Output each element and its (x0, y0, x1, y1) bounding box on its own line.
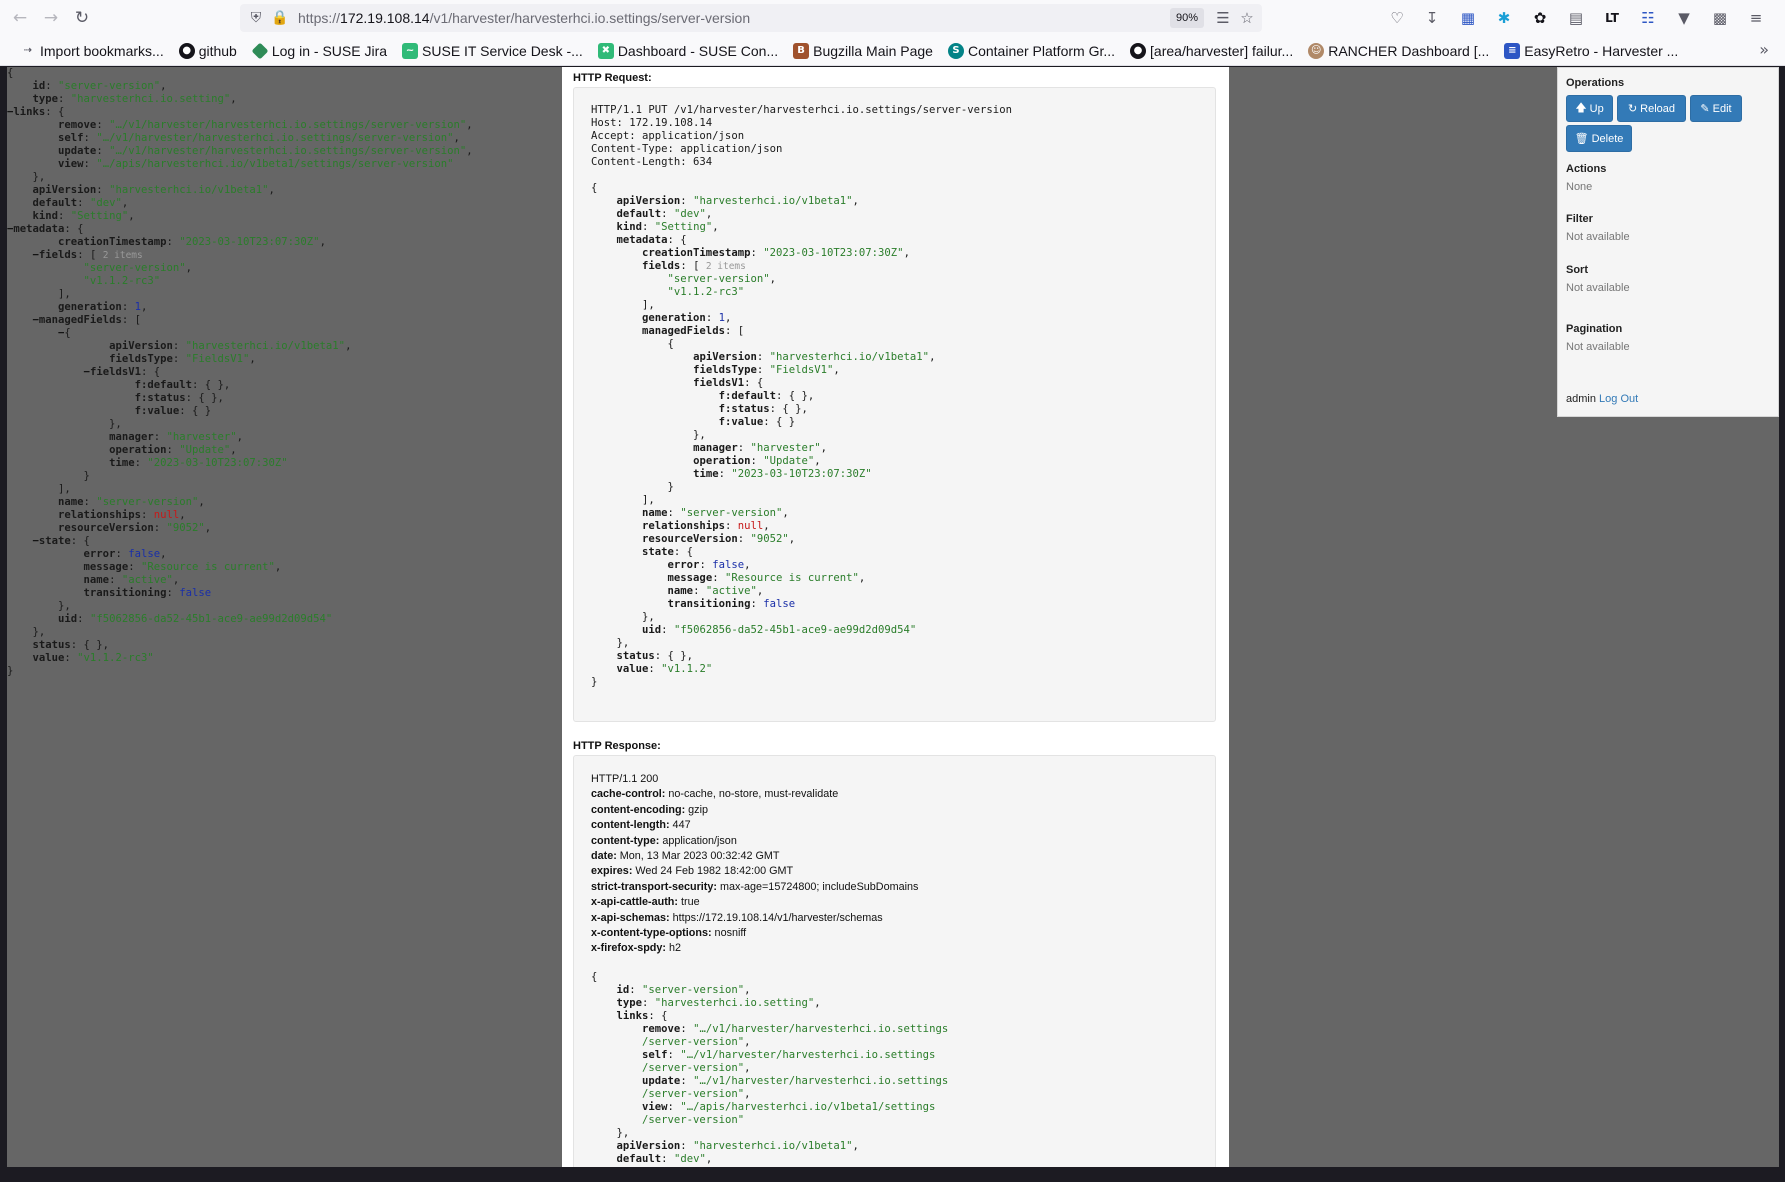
response-header: x-content-type-options: nosniff (591, 927, 747, 940)
sharepoint-icon: S (947, 42, 964, 59)
extension-asterisk-icon[interactable]: ✱ (1494, 8, 1514, 28)
dashboard-icon: ✖ (597, 42, 614, 59)
reload-icon[interactable]: ↻ (71, 7, 93, 29)
reload-button[interactable]: ↻ Reload (1617, 95, 1686, 122)
jira-icon (251, 42, 269, 59)
refresh-icon: ↻ (1627, 102, 1638, 115)
url-text[interactable]: https://172.19.108.14/v1/harvester/harve… (298, 10, 750, 26)
zoom-level[interactable]: 90% (1169, 8, 1204, 28)
lock-icon[interactable]: 🔒 (271, 10, 288, 26)
response-status: HTTP/1.1 200 (591, 773, 659, 785)
operations-title: Operations (1566, 77, 1625, 89)
bookmark-item[interactable]: Log in - SUSE Jira (251, 39, 387, 63)
extension-reader-icon[interactable]: ▤ (1566, 8, 1586, 28)
bookmark-item[interactable]: ≡ EasyRetro - Harvester ... (1504, 39, 1678, 63)
http-request-box: HTTP/1.1 PUT /v1/harvester/harvesterhci.… (573, 87, 1216, 722)
edit-icon: ✎ (1700, 102, 1710, 115)
address-bar[interactable]: ⛨ 🔒 https://172.19.108.14/v1/harvester/h… (240, 4, 1262, 32)
response-header: content-encoding: gzip (591, 803, 708, 816)
filter-title: Filter (1566, 213, 1593, 225)
request-response-panel: HTTP Request: HTTP/1.1 PUT /v1/harvester… (562, 67, 1229, 1167)
bookmarks-toolbar: ⇢ Import bookmarks... ● github Log in - SU… (0, 36, 1785, 66)
bookmark-item[interactable]: ● [area/harvester] failur... (1130, 39, 1293, 63)
pagination-title: Pagination (1566, 323, 1623, 335)
response-header: x-api-schemas: https://172.19.108.14/v1/… (591, 911, 883, 924)
response-header: x-firefox-spdy: h2 (591, 942, 682, 955)
bookmark-item[interactable]: ~ SUSE IT Service Desk -... (402, 39, 583, 63)
github-icon: ● (1130, 42, 1147, 59)
json-tree-view: { id: "server-version", type: "harvester… (7, 67, 473, 677)
http-response-title: HTTP Response: (573, 740, 661, 752)
response-header: cache-control: no-cache, no-store, must-… (591, 788, 839, 801)
response-header: date: Mon, 13 Mar 2023 00:32:42 GMT (591, 850, 780, 863)
response-header: strict-transport-security: max-age=15724… (591, 880, 919, 893)
bugzilla-icon: B (793, 42, 810, 59)
back-arrow-icon[interactable]: ← (9, 7, 31, 29)
page-content: { id: "server-version", type: "harvester… (7, 67, 1779, 1167)
extension-translate-icon[interactable]: ☷ (1638, 8, 1658, 28)
response-header: expires: Wed 24 Feb 1982 18:42:00 GMT (591, 865, 794, 878)
response-header: content-type: application/json (591, 834, 737, 847)
extension-languagetool-icon[interactable]: LT (1602, 8, 1622, 28)
shield-icon[interactable]: ⛨ (248, 10, 264, 26)
up-button[interactable]: 🡅 Up (1566, 95, 1613, 122)
http-response-body: { id: "server-version", type: "harvester… (591, 970, 949, 1165)
browser-toolbar: ← → ↻ ⛨ 🔒 https://172.19.108.14/v1/harve… (0, 0, 1785, 36)
pocket-icon[interactable]: ♡ (1387, 8, 1407, 28)
sort-value: Not available (1566, 282, 1630, 294)
sort-title: Sort (1566, 264, 1588, 276)
actions-value: None (1566, 181, 1593, 193)
download-icon[interactable]: ↧ (1422, 8, 1442, 28)
actions-title: Actions (1566, 163, 1607, 175)
bookmark-item[interactable]: ✖ Dashboard - SUSE Con... (597, 39, 778, 63)
arrow-up-icon: 🡅 (1575, 101, 1587, 114)
logout-link[interactable]: Log Out (1599, 393, 1638, 405)
operations-panel: Operations 🡅 Up ↻ Reload ✎ Edit 🗑 Delete Act… (1557, 67, 1779, 417)
extensions-puzzle-icon[interactable]: ▩ (1710, 8, 1730, 28)
bookmark-item[interactable]: ☺ RANCHER Dashboard [... (1308, 39, 1489, 63)
http-request-title: HTTP Request: (573, 72, 652, 84)
browser-window: ← → ↻ ⛨ 🔒 https://172.19.108.14/v1/harve… (0, 0, 1785, 1182)
bookmark-item[interactable]: ⇢ Import bookmarks... (20, 39, 164, 63)
translate-icon[interactable]: ☰ (1214, 9, 1232, 27)
bookmark-star-icon[interactable]: ☆ (1238, 9, 1256, 27)
chevron-double-right-icon[interactable]: » (1759, 40, 1769, 59)
forward-arrow-icon[interactable]: → (40, 7, 62, 29)
easyretro-icon: ≡ (1504, 42, 1521, 59)
suse-chameleon-icon: ~ (402, 42, 419, 59)
response-header: content-length: 447 (591, 819, 691, 832)
user-info: admin Log Out (1566, 393, 1639, 405)
extension-bitwarden-icon[interactable]: ▦ (1458, 8, 1478, 28)
bookmark-item[interactable]: ● github (178, 39, 237, 63)
person-icon: ☺ (1308, 42, 1325, 59)
http-response-box: HTTP/1.1 200 cache-control: no-cache, no… (573, 755, 1216, 1167)
bookmark-item[interactable]: S Container Platform Gr... (947, 39, 1115, 63)
filter-value: Not available (1566, 231, 1630, 243)
bookmark-item[interactable]: B Bugzilla Main Page (793, 39, 933, 63)
extension-swirl-icon[interactable]: ✿ (1530, 8, 1550, 28)
import-icon: ⇢ (23, 45, 33, 56)
trash-icon: 🗑 (1574, 132, 1589, 145)
pagination-value: Not available (1566, 341, 1630, 353)
response-header: x-api-cattle-auth: true (591, 896, 700, 909)
edit-button[interactable]: ✎ Edit (1690, 95, 1742, 122)
collapse-toggle[interactable]: − (58, 327, 64, 339)
github-icon: ● (178, 42, 195, 59)
delete-button[interactable]: 🗑 Delete (1566, 125, 1632, 152)
http-request-body: HTTP/1.1 PUT /v1/harvester/harvesterhci.… (591, 104, 1012, 688)
menu-hamburger-icon[interactable]: ≡ (1746, 8, 1766, 28)
extension-vpn-icon[interactable]: ▼ (1674, 8, 1694, 28)
